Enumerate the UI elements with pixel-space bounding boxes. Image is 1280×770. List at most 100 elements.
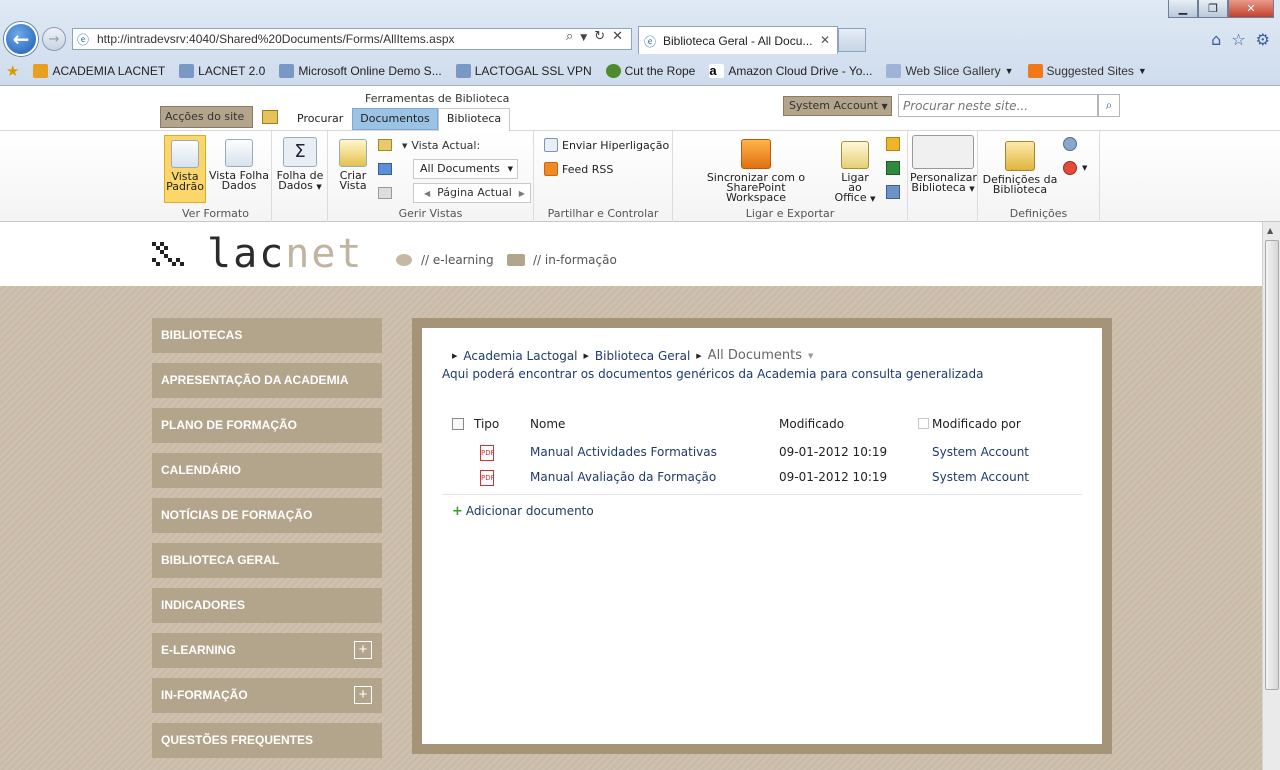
document-link[interactable]: Manual Actividades Formativas bbox=[530, 445, 717, 459]
column-header-modified-by[interactable]: Modificado por bbox=[932, 417, 1021, 431]
favorite-link[interactable]: ACADEMIA LACNET bbox=[33, 64, 165, 78]
permissions-icon[interactable] bbox=[1063, 137, 1077, 151]
refresh-icon[interactable]: ↻ bbox=[594, 29, 605, 47]
connect-office-button[interactable]: Ligar ao Office ▼ bbox=[833, 135, 877, 204]
breadcrumb: ▶ Academia Lactogal ▶ Biblioteca Geral ▶… bbox=[452, 348, 813, 363]
favorite-link[interactable]: LACNET 2.0 bbox=[179, 64, 265, 78]
back-button[interactable]: ← bbox=[4, 22, 38, 56]
current-page-control[interactable]: ◀ Página Actual ▶ bbox=[413, 183, 531, 203]
nav-bibliotecas[interactable]: BIBLIOTECAS bbox=[152, 318, 382, 353]
column-header-name[interactable]: Nome bbox=[530, 417, 565, 431]
breadcrumb-current-view[interactable]: All Documents bbox=[708, 348, 802, 363]
chart-icon[interactable] bbox=[378, 163, 392, 175]
close-window-button[interactable]: ✕ bbox=[1228, 0, 1274, 18]
chevron-down-icon[interactable]: ▼ bbox=[808, 352, 813, 360]
rss-button[interactable]: Feed RSS bbox=[544, 162, 613, 176]
browser-tab[interactable]: Biblioteca Geral - All Docu... bbox=[638, 26, 838, 54]
customize-library-button[interactable]: Personalizar Biblioteca ▼ bbox=[910, 135, 977, 194]
scrollbar-thumb[interactable] bbox=[1265, 240, 1279, 690]
workflow-icon[interactable] bbox=[1063, 161, 1077, 175]
nav-indicadores[interactable]: INDICADORES bbox=[152, 588, 382, 623]
favorite-link[interactable]: Microsoft Online Demo S... bbox=[279, 64, 442, 78]
information-link[interactable]: // in-formação bbox=[533, 253, 617, 267]
stop-icon[interactable]: ✕ bbox=[612, 29, 623, 47]
email-link-button[interactable]: Enviar Hiperligação bbox=[544, 138, 669, 152]
library-settings-button[interactable]: Definições da Biblioteca bbox=[980, 135, 1060, 195]
chevron-down-icon: ▼ bbox=[969, 185, 975, 193]
search-icon[interactable]: ⌕ bbox=[566, 29, 573, 47]
nav-apresentacao[interactable]: APRESENTAÇÃO DA ACADEMIA bbox=[152, 363, 382, 398]
select-all-checkbox[interactable] bbox=[452, 418, 464, 430]
sync-workspace-button[interactable]: Sincronizar com o SharePoint Workspace bbox=[677, 135, 835, 203]
favorites-icon[interactable]: ★ bbox=[6, 62, 19, 80]
restore-button[interactable]: ❐ bbox=[1198, 0, 1228, 18]
vertical-scrollbar[interactable]: ▲ bbox=[1262, 222, 1280, 770]
grid-icon bbox=[171, 140, 199, 168]
current-view-select[interactable]: All Documents ▼ bbox=[413, 159, 518, 179]
favorite-link[interactable]: a Amazon Cloud Drive - Yo... bbox=[709, 64, 872, 78]
column-header-modified[interactable]: Modificado bbox=[779, 417, 844, 431]
add-document-link[interactable]: + Adicionar documento bbox=[452, 504, 594, 519]
navigate-up-icon[interactable] bbox=[262, 110, 278, 124]
favorite-icon bbox=[605, 64, 621, 78]
modified-by-link[interactable]: System Account bbox=[932, 470, 1029, 484]
standard-view-button[interactable]: Vista Padrão bbox=[164, 135, 206, 203]
amazon-icon: a bbox=[709, 64, 725, 78]
nav-biblioteca-geral[interactable]: BIBLIOTECA GERAL bbox=[152, 543, 382, 578]
close-tab-icon[interactable]: ✕ bbox=[820, 33, 830, 47]
ribbon-top-bar: Acções do site ▼ Procurar Ferramentas de… bbox=[0, 86, 1280, 142]
gear-icon[interactable]: ⚙ bbox=[1256, 30, 1270, 49]
tab-browse[interactable]: Procurar bbox=[297, 112, 343, 125]
modify-view-icon[interactable] bbox=[378, 139, 392, 151]
favorites-bar: ★ ACADEMIA LACNET LACNET 2.0 Microsoft O… bbox=[0, 58, 1280, 84]
site-search-input[interactable] bbox=[898, 94, 1098, 117]
favorite-link[interactable]: Web Slice Gallery ▼ bbox=[886, 64, 1014, 78]
email-icon bbox=[544, 138, 558, 152]
pdf-icon[interactable]: PDF bbox=[480, 470, 495, 486]
nav-noticias[interactable]: NOTÍCIAS DE FORMAÇÃO bbox=[152, 498, 382, 533]
nav-questoes[interactable]: QUESTÕES FREQUENTES bbox=[152, 723, 382, 758]
address-bar[interactable]: http://intradevsrv:4040/Shared%20Documen… bbox=[72, 28, 632, 50]
new-view-icon bbox=[339, 139, 367, 167]
datasheet-button[interactable]: Σ Folha de Dados ▼ bbox=[274, 135, 326, 192]
pdf-icon[interactable]: PDF bbox=[480, 445, 495, 461]
datasheet-view-button[interactable]: Vista Folha Dados bbox=[208, 135, 270, 191]
address-tools: ⌕ ▼ ↻ ✕ bbox=[566, 29, 623, 47]
modified-by-link[interactable]: System Account bbox=[932, 445, 1029, 459]
outlook-icon[interactable] bbox=[886, 137, 900, 151]
nav-calendario[interactable]: CALENDÁRIO bbox=[152, 453, 382, 488]
nav-e-learning[interactable]: E-LEARNING + bbox=[152, 633, 382, 668]
site-logo[interactable]: lacnet bbox=[207, 230, 364, 278]
breadcrumb-link[interactable]: Academia Lactogal bbox=[463, 349, 577, 363]
favorite-link[interactable]: Suggested Sites ▼ bbox=[1027, 64, 1147, 78]
dropdown-icon[interactable]: ▼ bbox=[580, 29, 587, 47]
chevron-down-icon: ▼ bbox=[1137, 66, 1147, 76]
nav-plano-formacao[interactable]: PLANO DE FORMAÇÃO bbox=[152, 408, 382, 443]
breadcrumb-link[interactable]: Biblioteca Geral bbox=[595, 349, 690, 363]
favorite-link[interactable]: LACTOGAL SSL VPN bbox=[455, 64, 592, 78]
expand-icon[interactable]: + bbox=[354, 641, 372, 659]
access-icon[interactable] bbox=[886, 185, 900, 199]
nav-in-formacao[interactable]: IN-FORMAÇÃO + bbox=[152, 678, 382, 713]
minimize-button[interactable]: ▁ bbox=[1168, 0, 1198, 18]
favorites-star-icon[interactable]: ☆ bbox=[1231, 30, 1245, 49]
site-actions-button[interactable]: Acções do site ▼ bbox=[160, 106, 253, 142]
tab-documents[interactable]: Documentos bbox=[352, 108, 438, 130]
scroll-up-icon[interactable]: ▲ bbox=[1267, 226, 1273, 235]
expand-icon[interactable]: + bbox=[354, 686, 372, 704]
elearning-link[interactable]: // e-learning bbox=[421, 253, 494, 267]
account-menu[interactable]: System Account ▼ bbox=[783, 96, 892, 116]
column-header-type[interactable]: Tipo bbox=[474, 417, 499, 431]
search-button[interactable]: ⌕ bbox=[1098, 94, 1120, 117]
new-tab-button[interactable] bbox=[838, 28, 866, 52]
modified-date: 09-01-2012 10:19 bbox=[779, 470, 888, 484]
tab-library[interactable]: Biblioteca bbox=[438, 108, 510, 131]
filter-checkbox[interactable] bbox=[918, 418, 929, 429]
view-icon[interactable] bbox=[378, 187, 392, 199]
document-link[interactable]: Manual Avaliação da Formação bbox=[530, 470, 716, 484]
create-view-button[interactable]: Criar Vista bbox=[332, 135, 374, 191]
excel-icon[interactable] bbox=[886, 161, 900, 175]
forward-button[interactable]: → bbox=[42, 27, 66, 51]
favorite-link[interactable]: Cut the Rope bbox=[605, 64, 695, 78]
home-icon[interactable]: ⌂ bbox=[1211, 30, 1221, 49]
